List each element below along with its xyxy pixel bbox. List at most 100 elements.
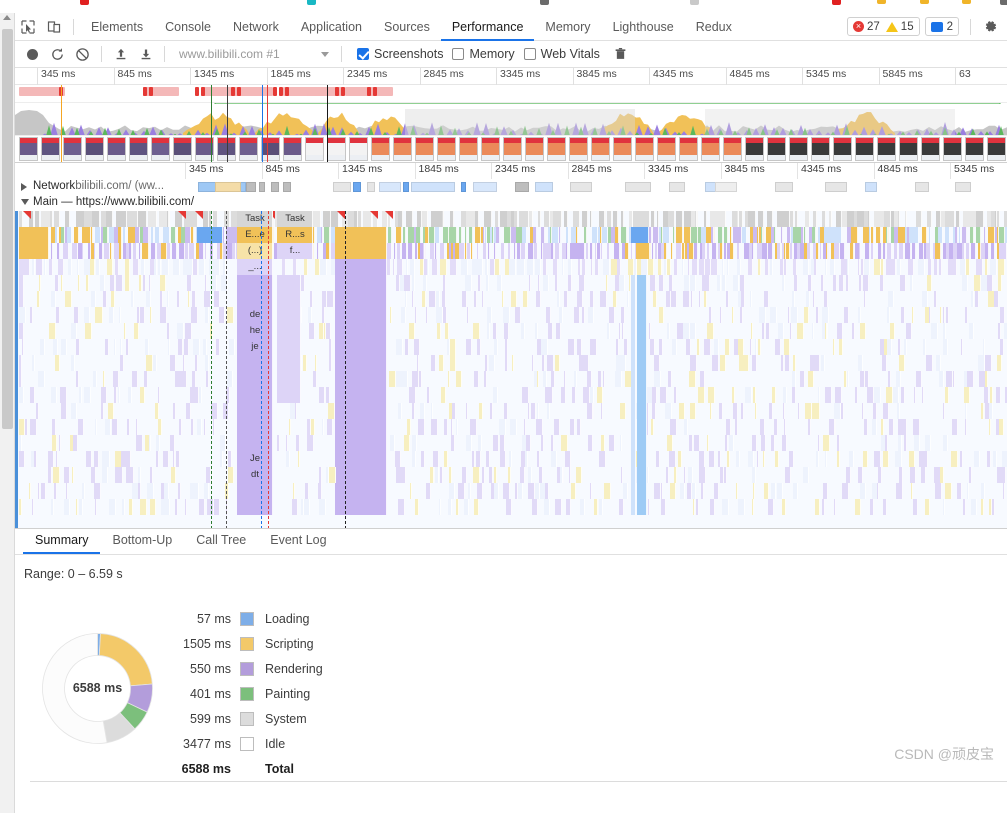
flame-block[interactable]: [335, 339, 387, 355]
flame-block[interactable]: [785, 467, 791, 483]
flame-block[interactable]: [676, 227, 683, 243]
flame-block[interactable]: [695, 211, 697, 227]
flame-block[interactable]: [582, 307, 585, 323]
flame-block[interactable]: [761, 227, 763, 243]
flame-block[interactable]: [30, 307, 33, 323]
flame-block[interactable]: [122, 499, 125, 515]
flame-block[interactable]: [321, 227, 323, 243]
flame-block[interactable]: [724, 467, 727, 483]
flame-block[interactable]: [722, 275, 726, 291]
flame-block[interactable]: [146, 227, 149, 243]
flame-block[interactable]: [205, 275, 207, 291]
flame-block[interactable]: [82, 483, 85, 499]
flame-block[interactable]: [910, 275, 913, 291]
flame-block[interactable]: [602, 211, 605, 227]
flame-block[interactable]: [601, 403, 603, 419]
flame-block[interactable]: [865, 243, 870, 259]
flame-block[interactable]: [740, 275, 745, 291]
flame-block[interactable]: [19, 451, 25, 467]
flame-block[interactable]: [227, 307, 234, 323]
flame-block[interactable]: [521, 323, 525, 339]
flame-block[interactable]: [751, 323, 753, 339]
network-request-bar[interactable]: [915, 182, 929, 192]
flame-block[interactable]: [390, 307, 392, 323]
flame-block[interactable]: [129, 243, 132, 259]
flame-block[interactable]: [727, 451, 730, 467]
flame-block[interactable]: [394, 243, 396, 259]
flame-block[interactable]: [188, 291, 190, 307]
flame-block[interactable]: [778, 323, 784, 339]
flame-block[interactable]: [798, 403, 800, 419]
flame-block[interactable]: [600, 291, 607, 307]
flame-block[interactable]: [412, 291, 414, 307]
flame-block[interactable]: [57, 243, 60, 259]
flame-block[interactable]: [199, 259, 205, 275]
flame-block[interactable]: [914, 387, 916, 403]
flame-block[interactable]: [433, 451, 439, 467]
flame-block[interactable]: [335, 387, 387, 403]
flame-block[interactable]: [125, 275, 130, 291]
flame-block[interactable]: [396, 227, 402, 243]
flame-block[interactable]: [436, 259, 438, 275]
flame-block[interactable]: [486, 451, 490, 467]
flame-block[interactable]: [468, 483, 471, 499]
flame-block[interactable]: [19, 275, 24, 291]
flame-block[interactable]: [795, 211, 798, 227]
flame-block[interactable]: [399, 467, 406, 483]
network-request-bar[interactable]: [473, 182, 497, 192]
flame-block[interactable]: [415, 307, 417, 323]
flame-block[interactable]: [784, 259, 787, 275]
flame-block[interactable]: [150, 467, 153, 483]
flame-block[interactable]: [492, 227, 494, 243]
flame-block[interactable]: [175, 499, 178, 515]
flame-block[interactable]: [652, 243, 654, 259]
flame-block[interactable]: [678, 451, 682, 467]
flame-block[interactable]: [789, 451, 794, 467]
flame-block[interactable]: [79, 499, 83, 515]
details-tab-event-log[interactable]: Event Log: [258, 528, 338, 554]
flame-block[interactable]: [822, 211, 826, 227]
flame-block[interactable]: [741, 403, 744, 419]
flame-block[interactable]: [943, 323, 946, 339]
flame-block[interactable]: [965, 307, 968, 323]
filmstrip-thumbnail[interactable]: [261, 137, 280, 161]
flame-block[interactable]: [774, 419, 778, 435]
details-tab-summary[interactable]: Summary: [23, 528, 100, 554]
flame-block[interactable]: [841, 403, 844, 419]
checkbox-web-vitals[interactable]: Web Vitals: [523, 47, 600, 61]
flame-block[interactable]: [493, 435, 499, 451]
flame-block[interactable]: [815, 403, 820, 419]
flame-block[interactable]: [477, 243, 479, 259]
flame-block[interactable]: [462, 467, 467, 483]
flame-block[interactable]: [975, 291, 979, 307]
flame-block[interactable]: [568, 339, 575, 355]
flame-block[interactable]: [797, 323, 804, 339]
filmstrip-thumbnail[interactable]: [569, 137, 588, 161]
flame-block[interactable]: [136, 435, 143, 451]
flame-block[interactable]: [964, 387, 970, 403]
flame-block[interactable]: [502, 291, 504, 307]
filmstrip-thumbnail[interactable]: [767, 137, 786, 161]
profile-select[interactable]: www.bilibili.com #1: [175, 45, 335, 64]
flame-block[interactable]: [1000, 339, 1004, 355]
flame-block[interactable]: [110, 275, 115, 291]
flame-block[interactable]: [792, 387, 796, 403]
flame-block[interactable]: [669, 451, 676, 467]
filmstrip-thumbnail[interactable]: [657, 137, 676, 161]
flame-block[interactable]: [296, 435, 300, 451]
network-request-bar[interactable]: [535, 182, 553, 192]
flame-block[interactable]: [465, 275, 472, 291]
flame-block[interactable]: [212, 243, 214, 259]
flame-block[interactable]: [566, 243, 568, 259]
flame-block[interactable]: [136, 419, 138, 435]
flame-block-labeled[interactable]: Task: [277, 211, 313, 227]
flame-block[interactable]: [708, 387, 715, 403]
flame-block[interactable]: [470, 419, 477, 435]
network-request-bar[interactable]: [865, 182, 877, 192]
flame-block[interactable]: [631, 291, 636, 307]
flame-block[interactable]: [440, 259, 447, 275]
flame-block[interactable]: [436, 291, 440, 307]
flame-block[interactable]: [945, 387, 949, 403]
flame-block[interactable]: [494, 467, 497, 483]
flame-block[interactable]: [584, 227, 587, 243]
